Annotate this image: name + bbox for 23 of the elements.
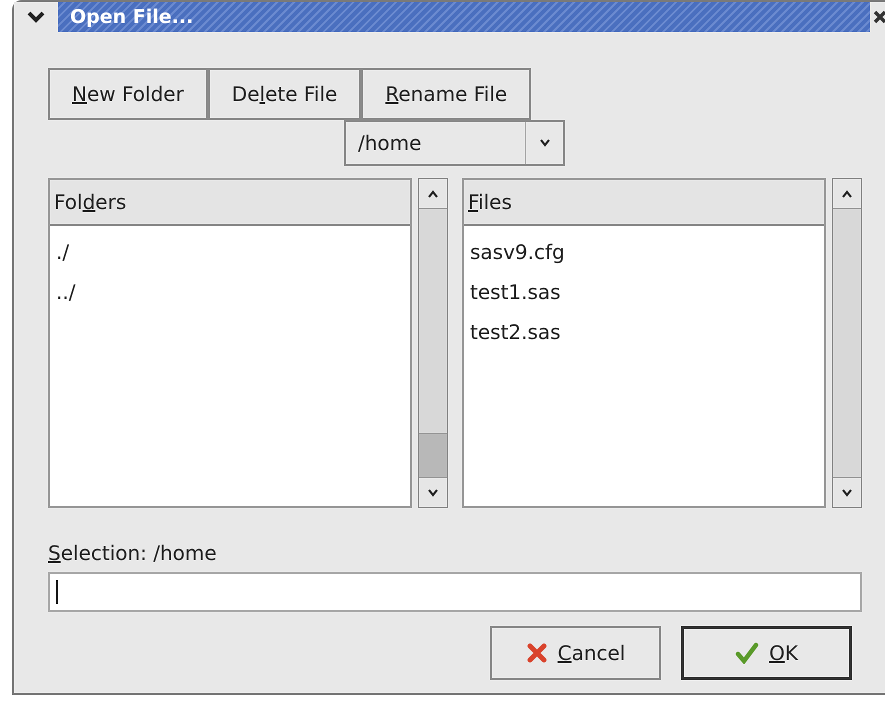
column-header[interactable]: Folders [50, 180, 410, 226]
checkmark-icon [735, 642, 760, 664]
list-item[interactable]: test2.sas [470, 312, 561, 352]
scrollbar[interactable] [418, 178, 448, 508]
list-item[interactable]: sasv9.cfg [470, 232, 565, 272]
column-header[interactable]: Files [464, 180, 824, 226]
list-item[interactable]: test1.sas [470, 272, 561, 312]
path-dropdown[interactable]: /home [344, 120, 565, 166]
chevron-down-icon [27, 11, 45, 23]
cancel-x-icon [526, 642, 548, 664]
selection-input[interactable] [48, 572, 862, 612]
list-item[interactable]: ../ [56, 272, 76, 312]
scrollbar[interactable] [832, 178, 862, 508]
scroll-thumb[interactable] [419, 433, 447, 477]
window-title: Open File... [70, 4, 194, 30]
toolbar-button[interactable]: Delete File [208, 68, 362, 120]
cancel-button[interactable]: Cancel [490, 626, 661, 680]
selection-label: Selection: /home [48, 540, 217, 567]
ok-button[interactable]: OK [681, 626, 852, 680]
close-icon [873, 10, 885, 24]
toolbar-button[interactable]: Rename File [361, 68, 532, 120]
list-item[interactable]: ./ [56, 232, 70, 272]
toolbar-button[interactable]: New Folder [48, 68, 208, 120]
